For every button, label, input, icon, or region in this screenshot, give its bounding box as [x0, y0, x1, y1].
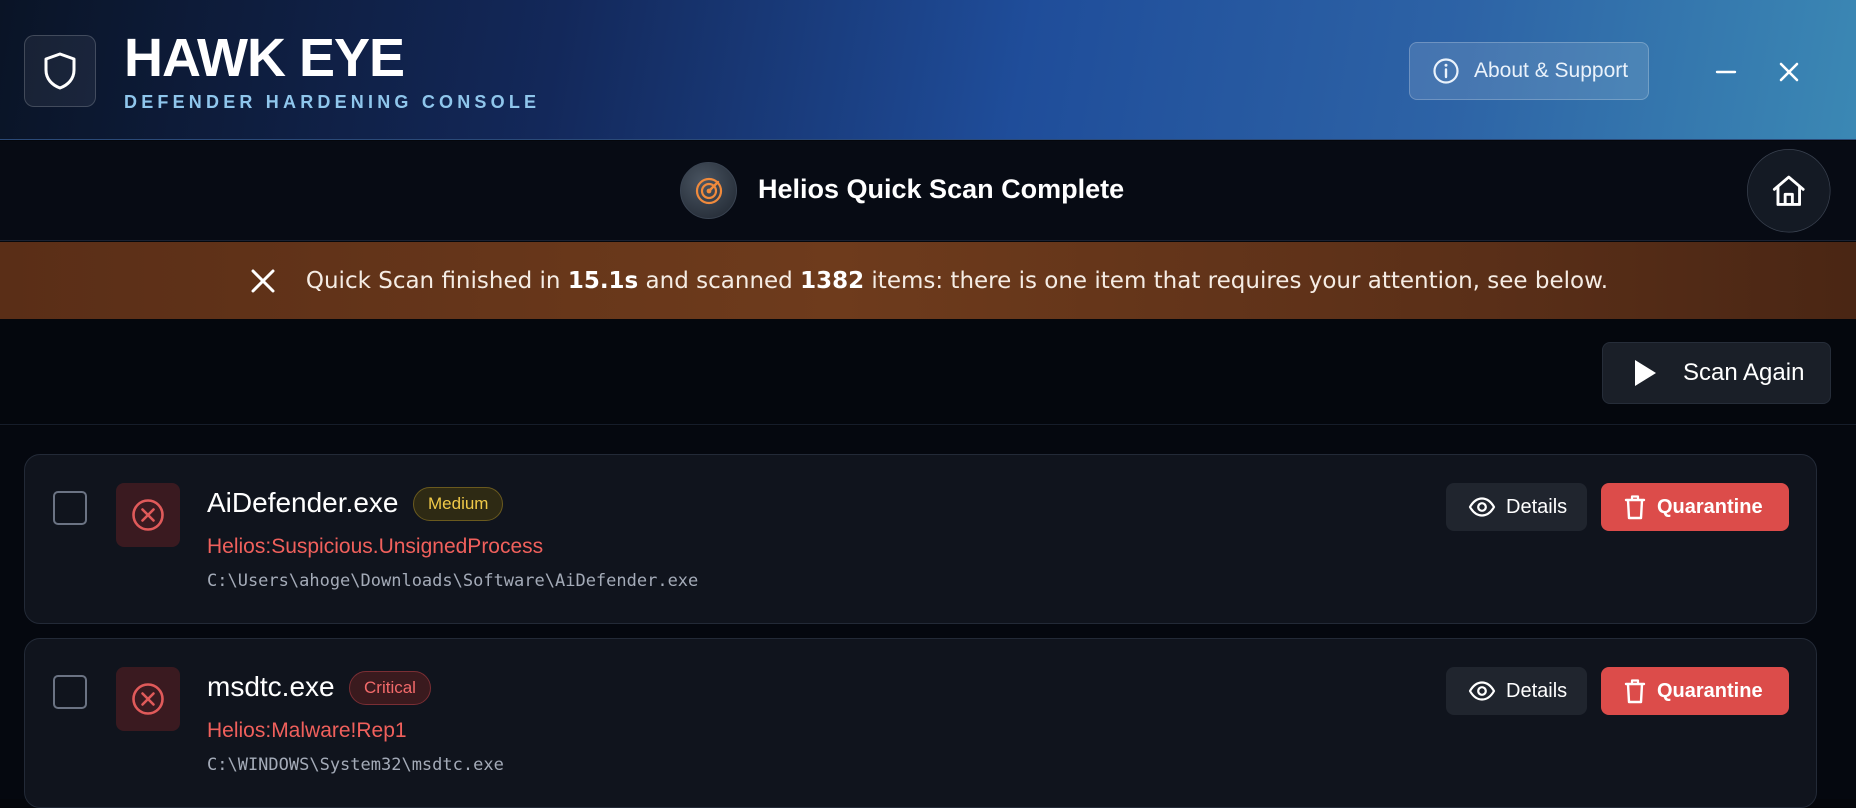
details-label: Details: [1506, 679, 1568, 702]
threat-name: Helios:Suspicious.UnsignedProcess: [207, 535, 544, 558]
close-icon: [1779, 62, 1799, 82]
threat-name: Helios:Malware!Rep1: [207, 719, 407, 742]
scan-again-label: Scan Again: [1683, 359, 1805, 386]
file-path: C:\WINDOWS\System32\msdtc.exe: [207, 755, 504, 775]
alert-text-suffix: items: there is one item that requires y…: [864, 267, 1609, 294]
home-button[interactable]: [1747, 149, 1831, 233]
eye-icon: [1468, 681, 1496, 701]
scanned-count: 1382: [800, 267, 865, 294]
app-subtitle: DEFENDER HARDENING CONSOLE: [124, 92, 541, 112]
severity-badge: Critical: [349, 671, 431, 705]
alert-text-middle: and scanned: [638, 267, 801, 294]
about-support-label: About & Support: [1474, 59, 1629, 82]
scan-title-bar: Helios Quick Scan Complete: [0, 141, 1856, 241]
app-title: HAWK EYE: [124, 28, 405, 88]
details-button[interactable]: Details: [1446, 483, 1587, 531]
radar-icon: [695, 177, 722, 204]
file-name: AiDefender.exe: [207, 487, 399, 518]
scan-title: Helios Quick Scan Complete: [758, 174, 1125, 204]
play-icon: [1635, 360, 1656, 386]
quarantine-label: Quarantine: [1657, 679, 1763, 702]
select-checkbox[interactable]: [53, 675, 87, 709]
alert-text-prefix: Quick Scan finished in: [305, 267, 568, 294]
trash-icon: [1624, 679, 1646, 704]
scan-result-alert: Quick Scan finished in 15.1s and scanned…: [0, 242, 1856, 319]
threat-results-list: AiDefender.exe Medium Helios:Suspicious.…: [0, 426, 1856, 808]
severity-badge: Medium: [413, 487, 504, 521]
minimize-button[interactable]: [1704, 50, 1748, 94]
threat-card: AiDefender.exe Medium Helios:Suspicious.…: [24, 454, 1817, 624]
select-checkbox[interactable]: [53, 491, 87, 525]
scan-duration: 15.1s: [567, 267, 639, 294]
quarantine-label: Quarantine: [1657, 495, 1763, 518]
about-support-button[interactable]: About & Support: [1409, 42, 1649, 100]
threat-status: [116, 483, 180, 547]
close-icon: [251, 269, 275, 292]
minimize-icon: [1715, 70, 1737, 74]
home-icon: [1772, 175, 1805, 206]
app-logo: [24, 35, 96, 107]
shield-icon: [44, 52, 76, 90]
file-name: msdtc.exe: [207, 671, 335, 702]
dismiss-alert-button[interactable]: [248, 266, 278, 296]
quarantine-button[interactable]: Quarantine: [1601, 667, 1789, 715]
app-header: HAWK EYE DEFENDER HARDENING CONSOLE Abou…: [0, 0, 1856, 140]
error-circle-icon: [132, 683, 164, 715]
threat-status: [116, 667, 180, 731]
file-path: C:\Users\ahoge\Downloads\Software\AiDefe…: [207, 571, 699, 591]
details-button[interactable]: Details: [1446, 667, 1587, 715]
window-close-button[interactable]: [1767, 50, 1811, 94]
eye-icon: [1468, 497, 1496, 517]
info-icon: [1433, 58, 1459, 84]
scan-status-indicator: [680, 162, 737, 219]
details-label: Details: [1506, 495, 1568, 518]
quarantine-button[interactable]: Quarantine: [1601, 483, 1789, 531]
error-circle-icon: [132, 499, 164, 531]
alert-message: Quick Scan finished in 15.1s and scanned…: [306, 268, 1608, 294]
threat-card: msdtc.exe Critical Helios:Malware!Rep1 C…: [24, 638, 1817, 808]
scan-again-button[interactable]: Scan Again: [1602, 342, 1831, 404]
trash-icon: [1624, 495, 1646, 520]
results-toolbar: Scan Again: [0, 320, 1856, 425]
